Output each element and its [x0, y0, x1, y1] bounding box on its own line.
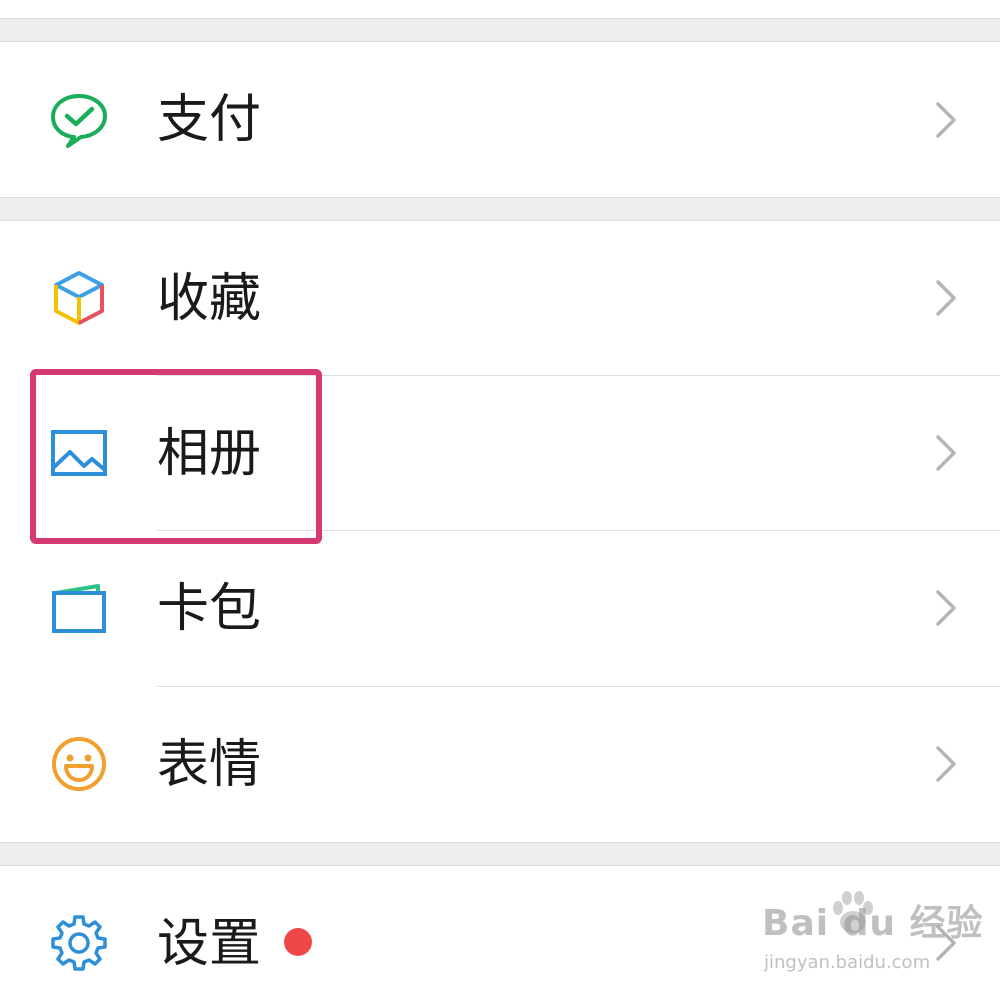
section-gap — [0, 842, 1000, 866]
wechat-pay-icon — [48, 90, 110, 152]
watermark-url: jingyan.baidu.com — [764, 952, 931, 973]
menu-item-label: 设置 — [157, 914, 262, 974]
wechat-me-menu: 支付 收藏 相册 卡包 表情 设置 Bai du 经验 jingyan.baid… — [0, 0, 1000, 998]
gear-icon — [48, 912, 110, 974]
menu-item-label: 支付 — [157, 90, 262, 150]
notification-badge — [284, 928, 312, 956]
menu-item-label: 卡包 — [157, 579, 262, 639]
section-gap — [0, 197, 1000, 221]
menu-item-label: 收藏 — [157, 269, 262, 329]
chevron-right-icon — [930, 278, 960, 318]
chevron-right-icon — [930, 588, 960, 628]
baidu-watermark: Bai du 经验 jingyan.baidu.com — [762, 886, 983, 986]
wallet-icon — [48, 577, 110, 639]
chevron-right-icon — [930, 433, 960, 473]
menu-item-label: 表情 — [157, 735, 262, 795]
chevron-right-icon — [930, 744, 960, 784]
watermark-text: Bai du 经验 — [762, 903, 984, 944]
menu-item-stickers[interactable]: 表情 — [0, 687, 1000, 842]
cube-icon — [48, 267, 110, 329]
chevron-right-icon — [930, 100, 960, 140]
menu-item-pay[interactable]: 支付 — [0, 42, 1000, 197]
menu-item-cards[interactable]: 卡包 — [0, 531, 1000, 686]
menu-item-favorites[interactable]: 收藏 — [0, 221, 1000, 375]
highlight-box — [30, 369, 322, 544]
section-gap-top — [0, 18, 1000, 42]
smiley-icon — [48, 733, 110, 795]
